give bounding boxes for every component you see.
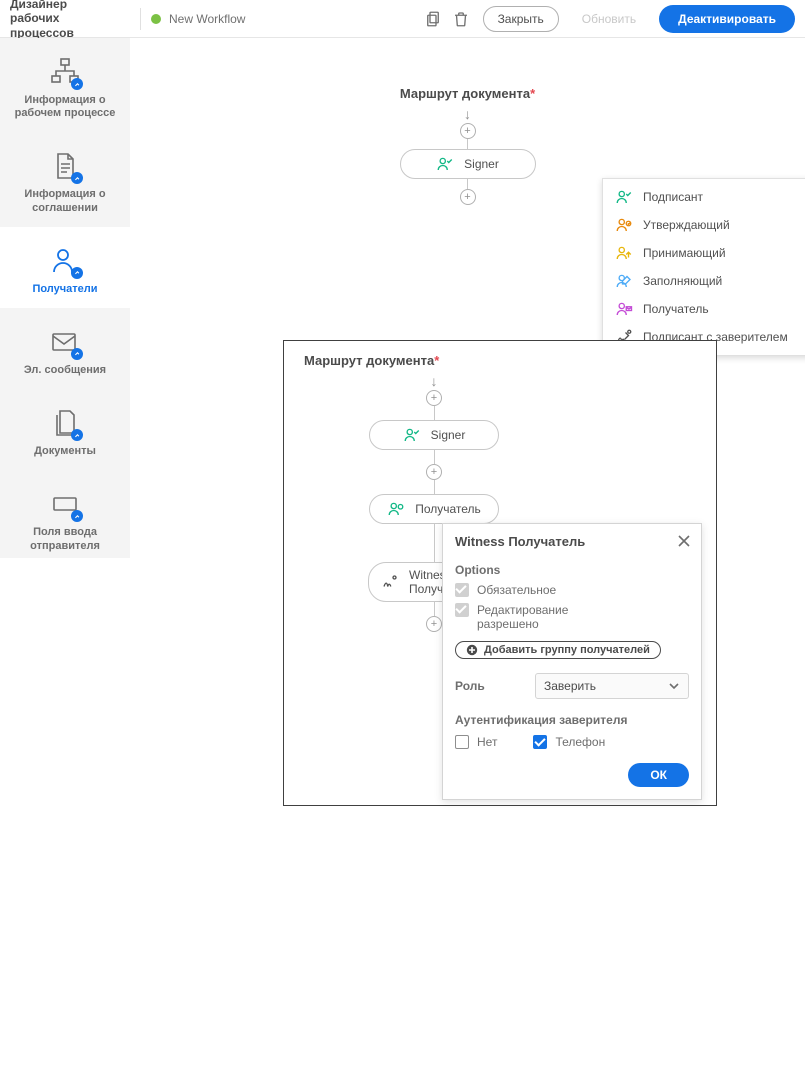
flow-canvas-primary: Маршрут документа* ↓ + Signer + Подписан…: [130, 38, 805, 338]
flow-canvas-secondary: Маршрут документа* ↓ + Signer + Получате…: [283, 340, 717, 806]
node-label: Signer: [464, 157, 499, 171]
workflow-name[interactable]: New Workflow: [169, 12, 245, 26]
status-dot-icon: [151, 14, 161, 24]
documents-icon: [49, 407, 81, 439]
sidebar-item-workflow-info[interactable]: Информация о рабочем процессе: [0, 38, 130, 132]
role-select[interactable]: Заверить: [535, 673, 689, 699]
menu-item-form-filler[interactable]: Заполняющий: [603, 267, 805, 295]
option-required: Обязательное: [455, 583, 689, 597]
deactivate-button[interactable]: Деактивировать: [659, 5, 795, 33]
sidebar-item-label: Информация о рабочем процессе: [6, 94, 124, 120]
connector: [434, 602, 435, 616]
flow-title: Маршрут документа*: [304, 353, 716, 368]
agreement-info-icon: [49, 150, 81, 182]
emails-icon: [49, 326, 81, 358]
add-recipient-group-button[interactable]: Добавить группу получателей: [455, 641, 661, 659]
sidebar: Информация о рабочем процессе Информация…: [0, 38, 130, 558]
ok-button[interactable]: ОК: [628, 763, 689, 787]
sidebar-item-agreement-info[interactable]: Информация о соглашении: [0, 132, 130, 226]
menu-item-acceptor[interactable]: Принимающий: [603, 239, 805, 267]
node-recipient[interactable]: Получатель: [369, 494, 499, 524]
recipients-icon: [49, 245, 81, 277]
add-node-button[interactable]: +: [460, 189, 476, 205]
menu-item-recipient[interactable]: Получатель: [603, 295, 805, 323]
add-node-button[interactable]: +: [460, 123, 476, 139]
auth-header: Аутентификация заверителя: [455, 713, 689, 727]
auth-none-label: Нет: [477, 735, 497, 749]
connector: [467, 179, 468, 189]
checkbox-disabled-icon: [455, 603, 469, 617]
option-editable: Редактирование разрешено: [455, 603, 689, 631]
close-button[interactable]: Закрыть: [483, 6, 559, 32]
workflow-info-icon: [49, 56, 81, 88]
properties-title: Witness Получатель: [455, 534, 689, 549]
flow-title: Маршрут документа*: [130, 86, 805, 101]
auth-phone-checkbox[interactable]: [533, 735, 547, 749]
sidebar-item-label: Эл. сообщения: [24, 364, 106, 377]
connector: [434, 450, 435, 464]
arrow-down-icon: ↓: [464, 107, 471, 121]
checkbox-disabled-icon: [455, 583, 469, 597]
add-node-button[interactable]: +: [426, 390, 442, 406]
close-icon[interactable]: [677, 534, 691, 553]
copy-icon[interactable]: [419, 5, 447, 33]
connector: [434, 524, 435, 562]
node-label: Получатель: [415, 502, 481, 516]
recipient-properties-panel: Witness Получатель Options Обязательное …: [442, 523, 702, 800]
node-label: Signer: [431, 428, 466, 442]
sidebar-item-label: Документы: [34, 445, 96, 458]
sidebar-item-label: Информация о соглашении: [6, 188, 124, 214]
add-node-button[interactable]: +: [426, 616, 442, 632]
connector: [467, 139, 468, 149]
refresh-button: Обновить: [567, 6, 651, 32]
divider: [140, 8, 141, 30]
topbar: Дизайнер рабочих процессов New Workflow …: [0, 0, 805, 38]
role-label: Роль: [455, 679, 523, 693]
node-signer[interactable]: Signer: [369, 420, 499, 450]
role-type-menu: Подписант Утверждающий Принимающий Запол…: [602, 178, 805, 356]
sidebar-item-label: Получатели: [32, 283, 97, 296]
sidebar-item-recipients[interactable]: Получатели: [0, 227, 130, 308]
menu-item-signer[interactable]: Подписант: [603, 183, 805, 211]
arrow-down-icon: ↓: [431, 374, 438, 388]
sidebar-item-sender-fields[interactable]: Поля ввода отправителя: [0, 470, 130, 564]
sidebar-item-documents[interactable]: Документы: [0, 389, 130, 470]
sender-fields-icon: [49, 488, 81, 520]
chevron-down-icon: [668, 680, 680, 692]
options-header: Options: [455, 563, 689, 577]
auth-none-checkbox[interactable]: [455, 735, 469, 749]
node-signer[interactable]: Signer: [400, 149, 536, 179]
connector: [434, 406, 435, 420]
app-title: Дизайнер рабочих процессов: [0, 0, 130, 40]
menu-item-approver[interactable]: Утверждающий: [603, 211, 805, 239]
add-node-button[interactable]: +: [426, 464, 442, 480]
sidebar-item-label: Поля ввода отправителя: [6, 526, 124, 552]
connector: [434, 480, 435, 494]
sidebar-item-emails[interactable]: Эл. сообщения: [0, 308, 130, 389]
auth-phone-label: Телефон: [555, 735, 605, 749]
trash-icon[interactable]: [447, 5, 475, 33]
